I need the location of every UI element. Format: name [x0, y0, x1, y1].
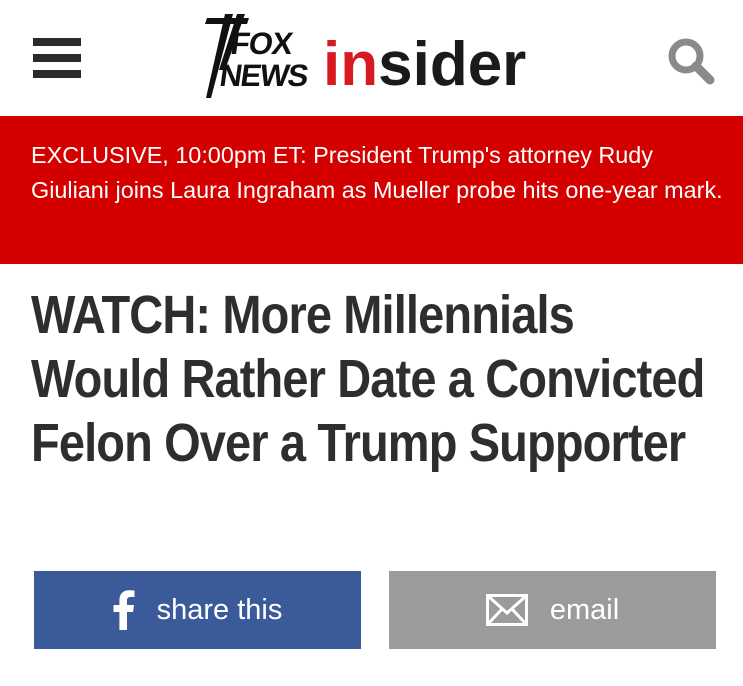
site-header: FOX NEWS insider — [0, 0, 743, 116]
facebook-share-button[interactable]: share this — [34, 571, 361, 649]
envelope-icon — [485, 594, 528, 626]
hamburger-menu-icon[interactable] — [33, 38, 81, 78]
facebook-share-label: share this — [156, 593, 283, 626]
banner-text[interactable]: EXCLUSIVE, 10:00pm ET: President Trump's… — [31, 138, 723, 208]
logo-news-text: NEWS — [217, 58, 310, 93]
email-share-label: email — [549, 593, 620, 626]
logo-insider-text: insider — [323, 34, 526, 96]
logo-fox-text: FOX — [228, 26, 295, 61]
logo-sider-text: sider — [378, 30, 527, 99]
logo-in-text: in — [323, 30, 379, 99]
email-share-button[interactable]: email — [389, 571, 716, 649]
page: FOX NEWS insider EXCLUSIVE, 10:00pm ET: … — [0, 0, 743, 686]
article-headline: WATCH: More Millennials Would Rather Dat… — [31, 285, 705, 473]
fox-news-insider-logo[interactable]: FOX NEWS insider — [203, 10, 543, 110]
search-icon[interactable] — [666, 36, 716, 86]
breaking-news-banner[interactable]: EXCLUSIVE, 10:00pm ET: President Trump's… — [0, 116, 743, 264]
facebook-icon — [113, 590, 135, 630]
